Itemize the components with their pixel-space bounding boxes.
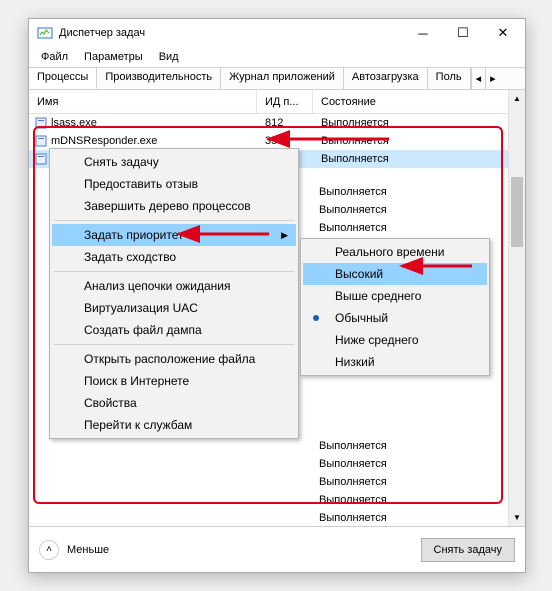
menubar: Файл Параметры Вид [29,47,525,67]
minimize-button[interactable]: ─ [403,19,443,47]
process-status: Выполняется [319,476,387,488]
process-icon [35,135,47,147]
scroll-down-button[interactable]: ▼ [509,509,525,526]
tab-app-history[interactable]: Журнал приложений [221,68,344,89]
priority-high[interactable]: Высокий [303,263,487,285]
maximize-button[interactable]: ☐ [443,19,483,47]
radio-icon [313,315,319,321]
process-icon [35,153,47,165]
tab-startup[interactable]: Автозагрузка [344,68,428,89]
chevron-right-icon: ▶ [281,230,288,241]
header-pid[interactable]: ИД п... [257,90,313,113]
priority-below-normal[interactable]: Ниже среднего [303,329,487,351]
expand-chevron-icon[interactable]: ˄ [39,540,59,560]
priority-submenu: Реального времени Высокий Выше среднего … [300,238,490,376]
process-pid: 812 [257,117,313,129]
menu-search-online[interactable]: Поиск в Интернете [52,370,296,392]
menu-end-tree[interactable]: Завершить дерево процессов [52,195,296,217]
menu-end-task[interactable]: Снять задачу [52,151,296,173]
column-headers: Имя ИД п... Состояние [29,90,525,114]
menu-dump[interactable]: Создать файл дампа [52,319,296,341]
process-pid: 3552 [257,135,313,147]
menu-file[interactable]: Файл [33,49,76,65]
tab-processes[interactable]: Процессы [29,68,97,89]
tab-scroll-right[interactable]: ▸ [485,68,500,89]
app-icon [37,25,53,41]
menu-go-services[interactable]: Перейти к службам [52,414,296,436]
menu-feedback[interactable]: Предоставить отзыв [52,173,296,195]
priority-above-normal[interactable]: Выше среднего [303,285,487,307]
context-menu: Снять задачу Предоставить отзыв Завершит… [49,148,299,439]
tabs: Процессы Производительность Журнал прило… [29,67,525,90]
close-button[interactable]: ✕ [483,19,523,47]
process-status: Выполняется [319,204,387,216]
process-status: Выполняется [319,458,387,470]
menu-uac-virt[interactable]: Виртуализация UAC [52,297,296,319]
priority-low[interactable]: Низкий [303,351,487,373]
menu-set-affinity[interactable]: Задать сходство [52,246,296,268]
scroll-up-button[interactable]: ▲ [509,90,525,107]
end-task-button[interactable]: Снять задачу [421,538,516,562]
titlebar: Диспетчер задач ─ ☐ ✕ [29,19,525,47]
menu-set-priority[interactable]: Задать приоритет ▶ [52,224,296,246]
priority-realtime[interactable]: Реального времени [303,241,487,263]
task-manager-window: Диспетчер задач ─ ☐ ✕ Файл Параметры Вид… [28,18,526,573]
process-status: Выполняется [319,222,387,234]
process-status: Выполняется [313,117,525,129]
tab-scroll-left[interactable]: ◂ [471,68,486,89]
menu-wait-chain[interactable]: Анализ цепочки ожидания [52,275,296,297]
menu-properties[interactable]: Свойства [52,392,296,414]
table-row[interactable]: lsass.exe 812 Выполняется [29,114,525,132]
tab-users[interactable]: Поль [428,68,471,89]
process-status: Выполняется [319,512,387,524]
menu-options[interactable]: Параметры [76,49,151,65]
tab-performance[interactable]: Производительность [97,68,221,89]
scroll-thumb[interactable] [511,177,523,247]
process-status: Выполняется [319,186,387,198]
header-status[interactable]: Состояние [313,90,525,113]
less-label[interactable]: Меньше [67,544,109,556]
process-name: mDNSResponder.exe [51,135,157,147]
menu-view[interactable]: Вид [151,49,187,65]
process-list: Имя ИД п... Состояние lsass.exe 812 Выпо… [29,90,525,526]
process-status: Выполняется [319,494,387,506]
menu-open-location[interactable]: Открыть расположение файла [52,348,296,370]
header-name[interactable]: Имя [29,90,257,113]
window-title: Диспетчер задач [59,27,145,39]
process-status: Выполняется [319,440,387,452]
process-status: Выполняется [313,153,525,165]
process-icon [35,117,47,129]
process-status: Выполняется [313,135,525,147]
priority-normal[interactable]: Обычный [303,307,487,329]
vertical-scrollbar[interactable]: ▲ ▼ [508,90,525,526]
bottom-bar: ˄ Меньше Снять задачу [29,526,525,572]
process-name: lsass.exe [51,117,97,129]
